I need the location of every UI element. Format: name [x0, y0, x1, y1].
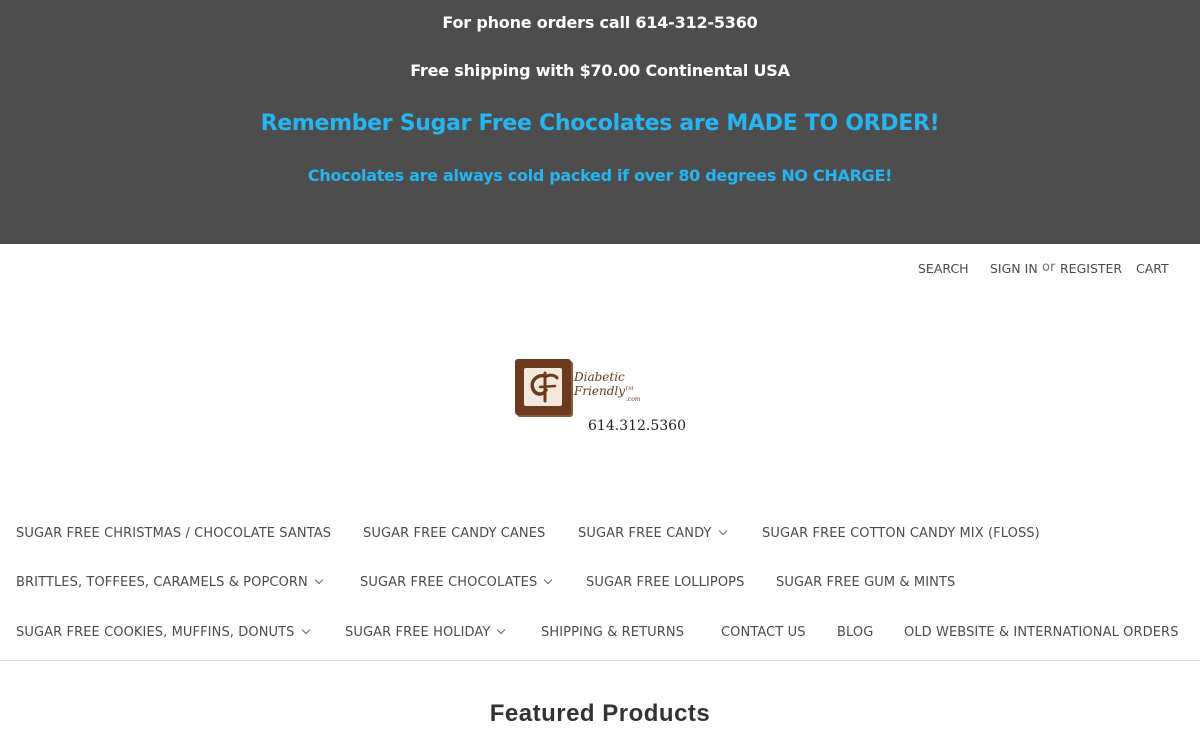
nav-item-shipping-returns[interactable]: Shipping & Returns	[541, 625, 684, 640]
nav-item-old-website[interactable]: Old Website & International Orders	[904, 625, 1179, 640]
nav-item-sugar-free-candy[interactable]: Sugar Free Candy	[578, 526, 727, 541]
logo-name: Diabetic Friendly	[574, 370, 626, 398]
featured-products-heading: Featured Products	[489, 700, 711, 727]
nav-item-cotton-candy[interactable]: Sugar Free Cotton Candy Mix (Floss)	[762, 526, 1040, 541]
nav-divider	[0, 660, 1200, 661]
phone-orders-notice: For phone orders call 614-312-5360	[442, 13, 758, 32]
logo-tm: TM	[625, 386, 634, 392]
chevron-down-icon	[301, 625, 310, 635]
store-logo[interactable]: Diabetic FriendlyTM .com	[515, 357, 675, 417]
df-logo-icon	[515, 359, 571, 415]
sign-in-link[interactable]: Sign in	[990, 261, 1038, 277]
nav-item-cookies-muffins[interactable]: Sugar Free Cookies, Muffins, Donuts	[16, 625, 310, 640]
chevron-down-icon	[497, 625, 506, 635]
register-link[interactable]: Register	[1060, 261, 1122, 277]
nav-item-chocolates[interactable]: Sugar Free Chocolates	[360, 575, 553, 590]
nav-item-brittles-toffees[interactable]: Brittles, Toffees, Caramels & Popcorn	[16, 575, 324, 590]
nav-item-candy-canes[interactable]: Sugar Free Candy Canes	[363, 526, 545, 541]
or-separator: or	[1042, 260, 1056, 275]
nav-item-christmas-santas[interactable]: Sugar Free Christmas / Chocolate Santas	[16, 526, 331, 541]
nav-item-gum-mints[interactable]: Sugar Free Gum & Mints	[776, 575, 955, 590]
nav-item-contact-us[interactable]: Contact Us	[721, 625, 806, 640]
chevron-down-icon	[544, 575, 553, 585]
announcement-banner: For phone orders call 614-312-5360 Free …	[0, 0, 1200, 244]
nav-item-lollipops[interactable]: Sugar Free Lollipops	[586, 575, 744, 590]
nav-row-2: Brittles, Toffees, Caramels & Popcorn Su…	[0, 575, 1200, 595]
nav-row-1: Sugar Free Christmas / Chocolate Santas …	[0, 526, 1200, 546]
free-shipping-notice: Free shipping with $70.00 Continental US…	[410, 61, 790, 80]
made-to-order-notice: Remember Sugar Free Chocolates are MADE …	[260, 111, 940, 136]
nav-row-3: Sugar Free Cookies, Muffins, Donuts Suga…	[0, 625, 1200, 645]
chevron-down-icon	[314, 575, 324, 585]
logo-phone-number: 614.312.5360	[588, 418, 686, 434]
nav-item-holiday[interactable]: Sugar Free Holiday	[345, 625, 506, 640]
nav-item-blog[interactable]: Blog	[837, 625, 873, 640]
cold-pack-notice: Chocolates are always cold packed if ove…	[307, 166, 893, 185]
logo-wordmark: Diabetic FriendlyTM .com	[574, 371, 675, 403]
chevron-down-icon	[718, 526, 727, 536]
cart-link[interactable]: Cart	[1136, 261, 1169, 277]
search-link[interactable]: Search	[918, 261, 969, 277]
